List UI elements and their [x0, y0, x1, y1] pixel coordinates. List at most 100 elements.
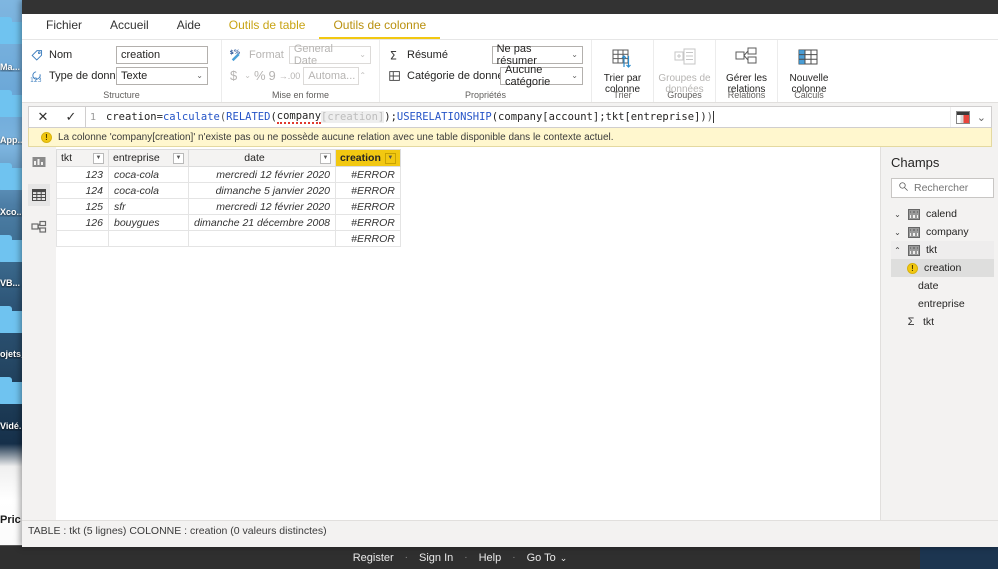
close-icon[interactable]: ✕ [32, 107, 54, 127]
taskbar-link-goto[interactable]: Go To ⌄ [516, 552, 579, 564]
chevron-down-icon[interactable]: ⌄ [893, 228, 902, 237]
format-value: General Date [293, 42, 333, 67]
fields-field-entreprise[interactable]: entreprise [891, 295, 994, 313]
ribbon-group-sort: Trier par colonne Trier [592, 40, 654, 102]
cell-entreprise [108, 230, 189, 247]
number-format-row: $ ⌄ % 9 →.00 Automa... ⌃ [230, 65, 371, 86]
table-row[interactable]: #ERROR [56, 230, 401, 247]
tab-outils-de-colonne[interactable]: Outils de colonne [319, 16, 441, 39]
format-swatch-icon[interactable] [955, 110, 970, 124]
fields-field-creation[interactable]: ! creation [891, 259, 994, 277]
filter-icon[interactable]: ▼ [93, 152, 104, 164]
warning-icon: ! [907, 262, 918, 274]
manage-relationships-button[interactable]: Gérer les relations [718, 44, 776, 95]
formula-bar-right-controls: ⌄ [949, 107, 991, 127]
cell-creation: #ERROR [335, 198, 401, 215]
fields-table-tkt[interactable]: ⌃ tkt [891, 241, 994, 259]
format-row: $% Format General Date ⌄ [230, 42, 371, 67]
sort-by-column-icon [611, 47, 635, 71]
decimal-places-value: Automa... [308, 69, 356, 82]
decimal-places-input[interactable]: Automa... ⌃ [303, 66, 366, 85]
data-category-select[interactable]: Aucune catégorie ⌄ [500, 64, 583, 88]
sort-by-column-button[interactable]: Trier par colonne [594, 44, 652, 95]
thousands-separator-button[interactable]: 9 [269, 68, 276, 83]
cell-date: dimanche 21 décembre 2008 [187, 214, 337, 231]
column-name-input[interactable] [116, 45, 208, 64]
format-select[interactable]: General Date ⌄ [288, 42, 371, 67]
column-header-tkt[interactable]: tkt ▼ [56, 149, 109, 167]
warning-icon: ! [41, 131, 52, 143]
fields-search-box[interactable] [891, 178, 994, 198]
cell-date: mercredi 12 février 2020 [187, 166, 337, 183]
report-view-icon[interactable] [28, 151, 50, 173]
datatype-select[interactable]: Texte ⌄ [116, 66, 208, 85]
chevron-down-icon: ⌄ [196, 71, 203, 80]
column-header-date[interactable]: date ▼ [187, 149, 337, 167]
fields-table-label: calend [926, 208, 957, 220]
summarize-select[interactable]: Ne pas résumer ⌄ [491, 43, 583, 67]
table-row[interactable]: 123 coca-cola mercredi 12 février 2020 #… [56, 166, 401, 183]
window-title-bar[interactable] [22, 0, 998, 14]
fields-measure-tkt[interactable]: Σ tkt [891, 313, 994, 331]
summarize-row: Σ Résumé Ne pas résumer ⌄ [388, 43, 583, 67]
fields-field-label: creation [924, 262, 962, 274]
tab-outils-de-table[interactable]: Outils de table [215, 16, 320, 39]
formula-token: (company[account];tkt[entreprise]) [491, 111, 707, 123]
fields-table-company[interactable]: ⌄ company [891, 223, 994, 241]
model-view-icon[interactable] [28, 217, 50, 239]
name-field-row: Nom [30, 44, 213, 65]
table-row[interactable]: 124 coca-cola dimanche 5 janvier 2020 #E… [56, 182, 401, 199]
text-caret [713, 111, 714, 123]
taskbar-link-signin[interactable]: Sign In [408, 552, 464, 564]
decimal-places-button[interactable]: →.00 [279, 71, 301, 81]
ribbon-tab-strip: Fichier Accueil Aide Outils de table Out… [22, 14, 998, 40]
chevron-up-icon[interactable]: ⌃ [893, 246, 902, 255]
data-view-icon[interactable] [28, 184, 50, 206]
cell-date [187, 230, 337, 247]
chevron-down-icon: ⌄ [571, 50, 578, 59]
sigma-icon: Σ [388, 48, 402, 62]
column-header-entreprise[interactable]: entreprise ▼ [108, 149, 189, 167]
cell-date: mercredi 12 février 2020 [187, 198, 337, 215]
fields-table-calend[interactable]: ⌄ calend [891, 205, 994, 223]
check-icon[interactable]: ✓ [60, 107, 82, 127]
fields-pane-title: Champs [891, 155, 940, 170]
new-column-button[interactable]: Nouvelle colonne [780, 44, 838, 95]
chevron-down-icon[interactable]: ⌄ [977, 111, 986, 124]
table-row[interactable]: 126 bouygues dimanche 21 décembre 2008 #… [56, 214, 401, 231]
data-groups-button[interactable]: Groupes de données [656, 44, 714, 95]
chevron-down-icon[interactable]: ⌄ [244, 71, 251, 80]
group-label-sort: Trier [613, 90, 632, 100]
data-table: tkt ▼ entreprise ▼ date ▼ creation ▼ 123… [56, 149, 401, 247]
formula-token-company: company [276, 110, 322, 124]
filter-icon[interactable]: ▼ [173, 152, 184, 164]
taskbar-link-register[interactable]: Register [342, 552, 405, 564]
chevron-down-icon: ⌄ [559, 552, 568, 563]
column-header-creation[interactable]: creation ▼ [335, 149, 401, 167]
data-groups-icon [673, 47, 697, 71]
tab-fichier[interactable]: Fichier [32, 16, 96, 39]
cell-creation: #ERROR [335, 230, 401, 247]
filter-icon[interactable]: ▼ [384, 152, 396, 164]
formula-line-number: 1 [90, 111, 97, 123]
formula-warning: ! La colonne 'company[creation]' n'exist… [28, 128, 992, 147]
taskbar-link-help[interactable]: Help [468, 552, 513, 564]
filter-icon[interactable]: ▼ [320, 152, 332, 164]
group-label-properties: Propriétés [464, 90, 507, 100]
fields-table-label: company [926, 226, 969, 238]
group-label-relations: Relations [727, 90, 766, 100]
formula-token-userelationship: USERELATIONSHIP [396, 111, 492, 123]
percent-button[interactable]: % [254, 68, 266, 83]
formula-input[interactable]: 1 creation = calculate ( RELATED ( compa… [86, 107, 950, 127]
currency-button[interactable]: $ [230, 68, 237, 83]
fields-search-input[interactable] [914, 182, 987, 194]
tab-accueil[interactable]: Accueil [96, 16, 163, 39]
ribbon-group-groups: Groupes de données Groupes [654, 40, 716, 102]
chevron-down-icon[interactable]: ⌄ [893, 210, 902, 219]
tag-icon [30, 48, 44, 62]
column-header-label: date [244, 152, 265, 164]
fields-field-date[interactable]: date [891, 277, 994, 295]
formula-token-creation-ref: [creation] [321, 111, 385, 123]
tab-aide[interactable]: Aide [163, 16, 215, 39]
table-row[interactable]: 125 sfr mercredi 12 février 2020 #ERROR [56, 198, 401, 215]
